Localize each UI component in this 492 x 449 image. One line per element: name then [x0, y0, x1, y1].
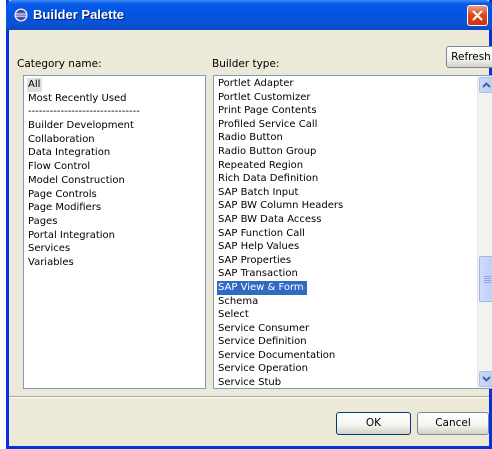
- eclipse-icon: [14, 8, 28, 22]
- ok-button[interactable]: OK: [336, 412, 411, 435]
- separator: [9, 396, 489, 398]
- list-item[interactable]: Portlet Adapter: [217, 77, 474, 91]
- list-item-label: SAP Transaction: [218, 268, 298, 280]
- builder-type-list[interactable]: Portlet Adapter Portlet Customizer Print P…: [213, 75, 492, 389]
- list-item-label: SAP Batch Input: [218, 186, 299, 198]
- list-item-label: Schema: [218, 295, 259, 307]
- list-item-label: Flow Control: [28, 161, 91, 173]
- list-item[interactable]: SAP BW Data Access: [217, 213, 474, 227]
- list-item[interactable]: Data Integration: [27, 146, 202, 160]
- list-item-label: Service Stub: [218, 377, 282, 389]
- list-item[interactable]: Pages: [27, 215, 202, 229]
- list-item-label: Select: [218, 309, 249, 321]
- list-item[interactable]: Page Controls: [27, 188, 202, 202]
- list-item[interactable]: Service Consumer: [217, 322, 474, 336]
- close-icon: [472, 10, 483, 21]
- vertical-scrollbar[interactable]: [477, 76, 492, 388]
- list-item-label: Portal Integration: [28, 229, 116, 241]
- refresh-button[interactable]: Refresh: [446, 46, 492, 68]
- list-item[interactable]: Model Construction: [27, 174, 202, 188]
- list-item-label: Portlet Adapter: [218, 78, 294, 89]
- list-item-label: SAP BW Column Headers: [218, 200, 344, 212]
- list-item[interactable]: Service Operation: [217, 362, 474, 376]
- list-item-label: SAP Properties: [218, 254, 292, 266]
- list-item-label: Services: [28, 243, 71, 255]
- list-item[interactable]: SAP Function Call: [217, 227, 474, 241]
- list-item-label: Print Page Contents: [218, 105, 317, 117]
- list-item-label: Service Documentation: [218, 349, 336, 361]
- list-item-label: Service Operation: [218, 363, 308, 375]
- list-item[interactable]: Service Documentation: [217, 349, 474, 363]
- list-item-label: SAP Help Values: [218, 241, 300, 253]
- list-item[interactable]: -------------------------------: [27, 105, 202, 119]
- list-item[interactable]: Radio Button: [217, 131, 474, 145]
- list-item-label: Rich Data Definition: [218, 173, 319, 185]
- list-item-label: Radio Button: [218, 132, 283, 144]
- list-item-label: Radio Button Group: [218, 145, 317, 157]
- list-item[interactable]: Builder Development: [27, 119, 202, 133]
- list-item[interactable]: Select: [217, 308, 474, 322]
- list-item[interactable]: Most Recently Used: [27, 92, 202, 106]
- list-item-label: -------------------------------: [28, 106, 140, 118]
- title-bar[interactable]: Builder Palette: [6, 0, 492, 30]
- list-item[interactable]: SAP Transaction: [217, 267, 474, 281]
- list-item-label: Page Modifiers: [28, 202, 102, 214]
- category-name-label: Category name:: [17, 58, 102, 70]
- list-item-label: Variables: [28, 256, 74, 268]
- list-item[interactable]: SAP BW Column Headers: [217, 199, 474, 213]
- list-item-label: Most Recently Used: [28, 92, 127, 104]
- scroll-up-button[interactable]: [479, 77, 492, 93]
- list-item[interactable]: Radio Button Group: [217, 145, 474, 159]
- list-item[interactable]: Service Stub: [217, 376, 474, 389]
- list-item-label: Data Integration: [28, 147, 111, 159]
- list-item[interactable]: Schema: [217, 295, 474, 309]
- list-item[interactable]: Collaboration: [27, 133, 202, 147]
- list-item-label: Service Definition: [218, 336, 307, 348]
- cancel-button[interactable]: Cancel: [417, 412, 489, 435]
- builder-type-label: Builder type:: [212, 58, 280, 70]
- list-item[interactable]: SAP View & Form: [217, 280, 474, 295]
- arrow-up-icon: [482, 82, 491, 88]
- list-item[interactable]: SAP Help Values: [217, 240, 474, 254]
- list-item[interactable]: SAP Batch Input: [217, 186, 474, 200]
- list-item-label: Page Controls: [28, 188, 97, 200]
- list-item-label: Pages: [28, 215, 58, 227]
- list-item[interactable]: Portlet Customizer: [217, 91, 474, 105]
- close-button[interactable]: [467, 5, 488, 26]
- list-item-label: Model Construction: [28, 174, 125, 186]
- list-item[interactable]: Services: [27, 242, 202, 256]
- category-list[interactable]: All Most Recently Used -------------------…: [23, 75, 206, 389]
- builder-palette-dialog: Builder Palette Category name: Builder t…: [6, 0, 492, 449]
- list-item-label: All: [27, 78, 43, 92]
- list-item-label: Builder Development: [28, 120, 134, 132]
- list-item[interactable]: Repeated Region: [217, 159, 474, 173]
- list-item-label: Profiled Service Call: [218, 118, 318, 130]
- arrow-down-icon: [482, 376, 491, 382]
- list-item[interactable]: Rich Data Definition: [217, 172, 474, 186]
- list-item[interactable]: All: [27, 78, 202, 92]
- list-item[interactable]: Portal Integration: [27, 229, 202, 243]
- list-item-label: Collaboration: [28, 133, 95, 145]
- list-item[interactable]: Variables: [27, 256, 202, 270]
- list-item-label: Portlet Customizer: [218, 91, 311, 103]
- list-item[interactable]: SAP Properties: [217, 254, 474, 268]
- list-item[interactable]: Service Definition: [217, 335, 474, 349]
- list-item-label: SAP BW Data Access: [218, 213, 322, 225]
- list-item-label: SAP View & Form: [217, 280, 307, 295]
- list-item-label: Service Consumer: [218, 322, 310, 334]
- list-item[interactable]: Flow Control: [27, 160, 202, 174]
- scroll-thumb[interactable]: [479, 256, 492, 302]
- list-item-label: Repeated Region: [218, 159, 304, 171]
- list-item[interactable]: Print Page Contents: [217, 104, 474, 118]
- list-item[interactable]: Page Modifiers: [27, 201, 202, 215]
- list-item-label: SAP Function Call: [218, 227, 305, 239]
- list-item[interactable]: Profiled Service Call: [217, 118, 474, 132]
- scroll-down-button[interactable]: [479, 371, 492, 387]
- window-title: Builder Palette: [33, 7, 125, 22]
